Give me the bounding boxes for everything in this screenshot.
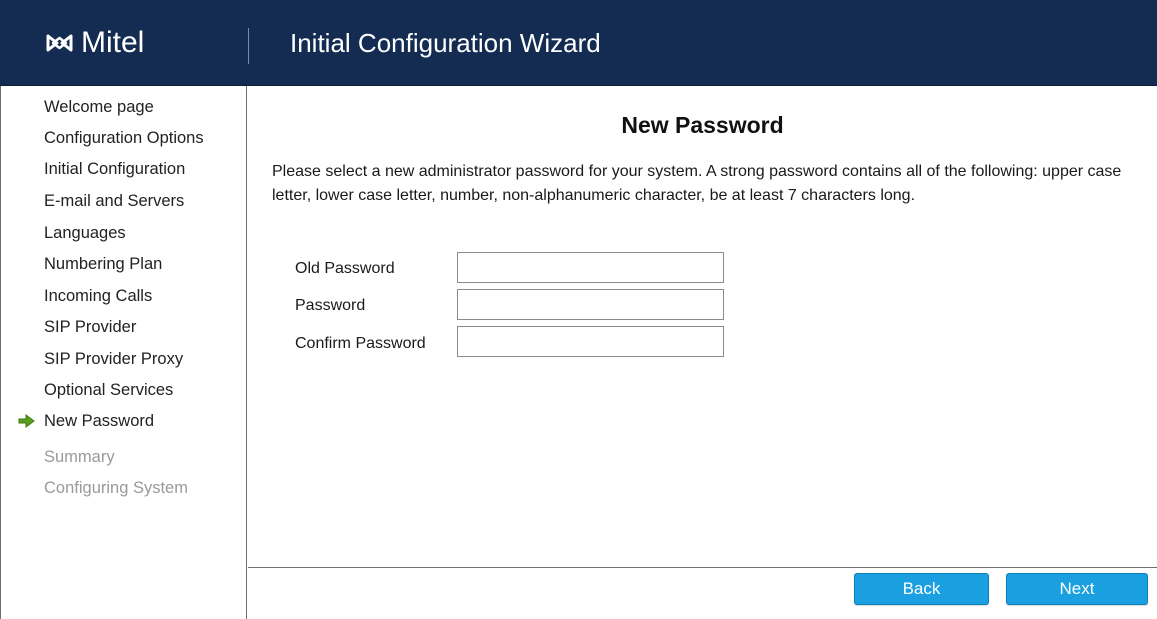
confirm-password-input[interactable] [457,326,724,357]
header-divider [248,28,249,64]
sidebar-item-configuration-options[interactable]: Configuration Options [44,127,204,149]
current-step-arrow-icon [18,414,35,428]
sidebar-item-sip-provider[interactable]: SIP Provider [44,316,136,338]
logo-text: Mitel [81,26,145,59]
sidebar-item-welcome-page[interactable]: Welcome page [44,96,154,118]
next-button[interactable]: Next [1006,573,1148,605]
mitel-logo: Mitel [46,23,144,63]
sidebar-item-new-password[interactable]: New Password [44,410,154,432]
sidebar-item-initial-configuration[interactable]: Initial Configuration [44,158,185,180]
wizard-title: Initial Configuration Wizard [290,28,601,58]
app-header: Mitel Initial Configuration Wizard [0,0,1157,86]
sidebar-item-email-and-servers[interactable]: E-mail and Servers [44,190,184,212]
sidebar-item-summary: Summary [44,448,115,466]
sidebar-item-configuring-system: Configuring System [44,479,188,497]
sidebar-item-sip-provider-proxy[interactable]: SIP Provider Proxy [44,348,183,370]
wizard-steps-sidebar: Welcome page Configuration Options Initi… [0,86,247,619]
page-title: New Password [621,112,784,138]
old-password-label: Old Password [295,260,395,277]
password-description: Please select a new administrator passwo… [272,163,1122,204]
footer-divider [248,567,1157,568]
sidebar-item-languages[interactable]: Languages [44,222,126,244]
password-input[interactable] [457,289,724,320]
sidebar-item-incoming-calls[interactable]: Incoming Calls [44,285,152,307]
sidebar-item-optional-services[interactable]: Optional Services [44,379,173,401]
sidebar-item-numbering-plan[interactable]: Numbering Plan [44,253,162,275]
old-password-input[interactable] [457,252,724,283]
confirm-password-label: Confirm Password [295,335,426,352]
mitel-logo-icon [46,34,73,52]
password-label: Password [295,297,366,314]
main-content: New Password Please select a new adminis… [248,86,1157,619]
back-button[interactable]: Back [854,573,989,605]
